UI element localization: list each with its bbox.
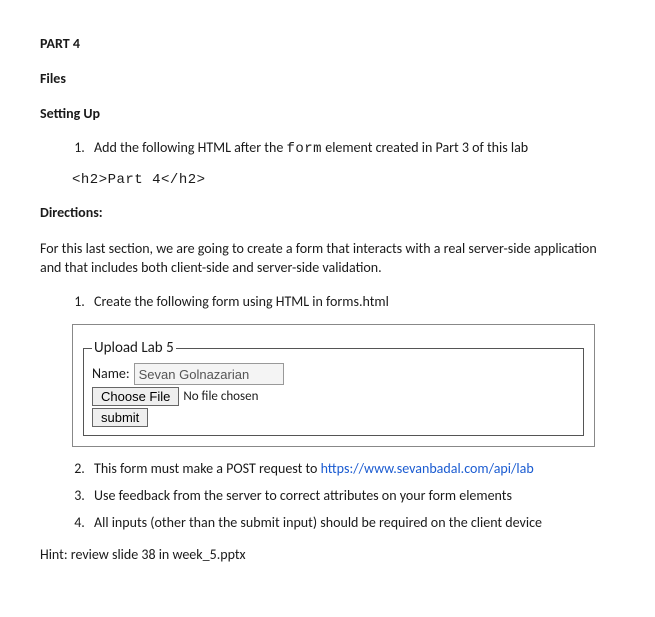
setup-item-mono: form (286, 141, 322, 157)
api-link[interactable]: https://www.sevanbadal.com/api/lab (321, 460, 534, 477)
name-row: Name: (92, 363, 575, 385)
part-heading: PART 4 (40, 36, 615, 53)
setup-item-prefix: Add the following HTML after the (94, 139, 286, 156)
upload-fieldset: Upload Lab 5 Name: Choose File No file c… (83, 339, 584, 436)
fieldset-legend: Upload Lab 5 (92, 339, 176, 357)
d2-prefix: This form must make a POST request to (94, 460, 321, 477)
code-block: <h2>Part 4</h2> (72, 172, 615, 189)
choose-file-button[interactable]: Choose File (92, 387, 179, 406)
directions-list-b: This form must make a POST request to ht… (40, 461, 615, 531)
directions-item-1: Create the following form using HTML in … (88, 294, 615, 311)
setup-item-suffix: element created in Part 3 of this lab (322, 139, 528, 156)
directions-item-3: Use feedback from the server to correct … (88, 488, 615, 505)
submit-row: submit (92, 408, 575, 427)
form-demo-container: Upload Lab 5 Name: Choose File No file c… (72, 324, 595, 447)
setup-list: Add the following HTML after the form el… (40, 140, 615, 158)
directions-list-a: Create the following form using HTML in … (40, 294, 615, 311)
directions-item-2: This form must make a POST request to ht… (88, 461, 615, 478)
intro-paragraph: For this last section, we are going to c… (40, 240, 615, 278)
hint-paragraph: Hint: review slide 38 in week_5.pptx (40, 546, 615, 565)
setup-item-1: Add the following HTML after the form el… (88, 140, 615, 158)
directions-heading: Directions: (40, 205, 615, 222)
file-row: Choose File No file chosen (92, 387, 575, 406)
name-input[interactable] (134, 363, 284, 385)
files-heading: Files (40, 71, 615, 88)
setup-heading: Setting Up (40, 106, 615, 123)
name-label: Name: (92, 366, 130, 383)
submit-button[interactable]: submit (92, 408, 148, 427)
directions-item-4: All inputs (other than the submit input)… (88, 515, 615, 532)
no-file-label: No file chosen (183, 389, 258, 405)
